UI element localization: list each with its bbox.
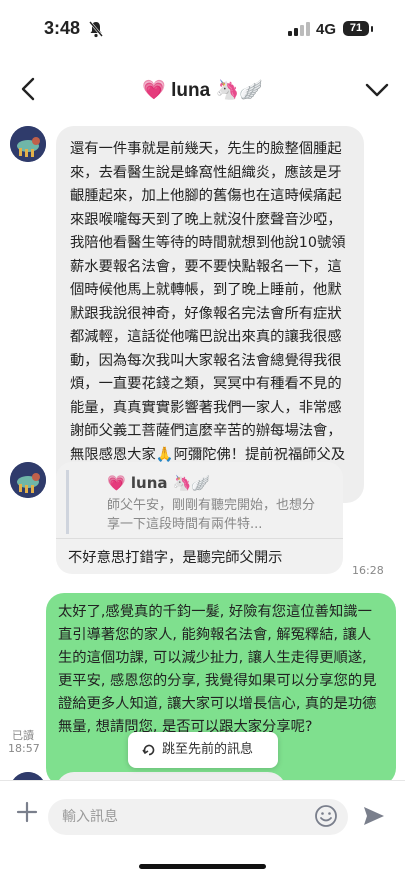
- home-indicator: [139, 864, 266, 869]
- quote-text: 師父午安，剛剛有聽完開始，也想分享一下這段時間有兩件特...: [107, 498, 316, 532]
- chat-header: 💗 luna 🦄🪽: [0, 60, 405, 118]
- incoming-message[interactable]: 還有一件事就是前幾天，先生的臉整個腫起來，去看醫生說是蜂窩性組織炎，應該是牙齦腫…: [56, 126, 364, 503]
- divider: [56, 538, 343, 539]
- reply-message[interactable]: 💗 luna 🦄🪽 師父午安，剛剛有聽完開始，也想分享一下這段時間有兩件特...…: [56, 462, 343, 574]
- dropdown-chevron-icon[interactable]: [364, 78, 390, 102]
- quoted-message[interactable]: 💗 luna 🦄🪽 師父午安，剛剛有聽完開始，也想分享一下這段時間有兩件特...: [66, 470, 334, 534]
- avatar[interactable]: [10, 462, 46, 498]
- input-bar: [0, 780, 405, 851]
- chat-title: 💗 luna 🦄🪽: [142, 80, 263, 101]
- emoji-icon[interactable]: [314, 804, 338, 828]
- avatar[interactable]: [10, 126, 46, 162]
- jump-button-label: 跳至先前的訊息: [162, 742, 254, 757]
- status-time: 3:48: [44, 18, 81, 38]
- network-type: 4G: [316, 21, 337, 38]
- message-timestamp: 16:28: [352, 564, 384, 577]
- plus-icon[interactable]: [16, 801, 38, 823]
- message-input[interactable]: [48, 799, 348, 835]
- avatar-image: [10, 126, 46, 162]
- read-receipt: 已讀: [12, 729, 34, 742]
- chat-area[interactable]: 還有一件事就是前幾天，先生的臉整個腫起來，去看醫生說是蜂窩性組織炎，應該是牙齦腫…: [0, 118, 405, 812]
- battery-tip: [371, 26, 373, 32]
- battery-icon: 71: [343, 21, 369, 36]
- signal-icon: [288, 22, 310, 36]
- send-icon[interactable]: [362, 805, 386, 827]
- quote-sender-name: 💗 luna 🦄🪽: [107, 474, 211, 492]
- avatar-image: [10, 462, 46, 498]
- message-timestamp: 18:57: [8, 742, 40, 755]
- jump-to-previous-button[interactable]: 跳至先前的訊息: [128, 732, 278, 768]
- reply-text: 不好意思打錯字，是聽完師父開示: [68, 550, 283, 566]
- silent-bell-icon: [89, 21, 103, 38]
- status-bar: 3:48 4G 71: [0, 0, 405, 60]
- jump-arrow-icon: [142, 744, 155, 756]
